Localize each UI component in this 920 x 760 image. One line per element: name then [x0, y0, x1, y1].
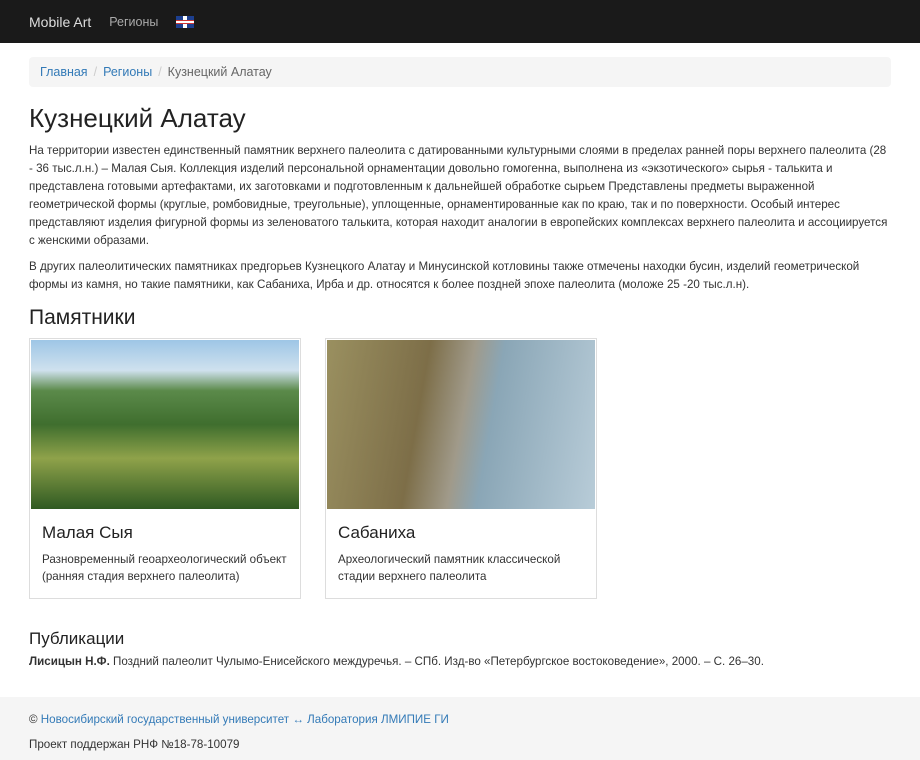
- arrow-separator: ↔: [289, 713, 308, 726]
- publication-text: Поздний палеолит Чулымо-Енисейского межд…: [109, 655, 764, 668]
- monument-card-malaya-sya[interactable]: Малая Сыя Разновременный геоархеологическ…: [29, 338, 301, 599]
- intro-paragraph: На территории известен единственный памя…: [29, 144, 888, 247]
- navbar: Mobile Art Регионы: [0, 0, 920, 43]
- publication-item: Лисицын Н.Ф. Поздний палеолит Чулымо-Ени…: [29, 655, 891, 668]
- nav-regions-link[interactable]: Регионы: [109, 15, 158, 29]
- monuments-heading: Памятники: [29, 306, 136, 329]
- card-description: Разновременный геоархеологический объект…: [42, 553, 287, 583]
- monument-image[interactable]: [31, 340, 299, 509]
- breadcrumb-home[interactable]: Главная: [40, 65, 88, 79]
- brand-link[interactable]: Mobile Art: [29, 14, 91, 30]
- intro-paragraph: В других палеолитических памятниках пред…: [29, 260, 860, 291]
- card-description: Археологический памятник классической ст…: [338, 553, 561, 583]
- grant-text: Проект поддержан РНФ №18-78-10079: [29, 738, 240, 751]
- uk-flag-icon[interactable]: [176, 15, 195, 28]
- monument-image[interactable]: [327, 340, 595, 509]
- breadcrumb-separator: /: [93, 65, 98, 79]
- card-title[interactable]: Сабаниха: [338, 523, 584, 543]
- page-title: Кузнецкий Алатау: [29, 103, 246, 133]
- card-title[interactable]: Малая Сыя: [42, 523, 288, 543]
- monument-card-sabanikha[interactable]: Сабаниха Археологический памятник классич…: [325, 338, 597, 599]
- footer: © Новосибирский государственный универси…: [0, 697, 920, 760]
- publications-heading: Публикации: [29, 629, 125, 648]
- breadcrumb: Главная / Регионы / Кузнецкий Алатау: [29, 57, 891, 87]
- lab-link[interactable]: Лаборатория ЛМИПИЕ ГИ: [307, 713, 449, 726]
- publication-author: Лисицын Н.Ф.: [29, 655, 110, 668]
- copyright: ©: [29, 713, 41, 726]
- breadcrumb-separator: /: [158, 65, 162, 79]
- breadcrumb-regions[interactable]: Регионы: [103, 65, 152, 79]
- university-link[interactable]: Новосибирский государственный университе…: [41, 713, 289, 726]
- breadcrumb-current: Кузнецкий Алатау: [167, 65, 272, 79]
